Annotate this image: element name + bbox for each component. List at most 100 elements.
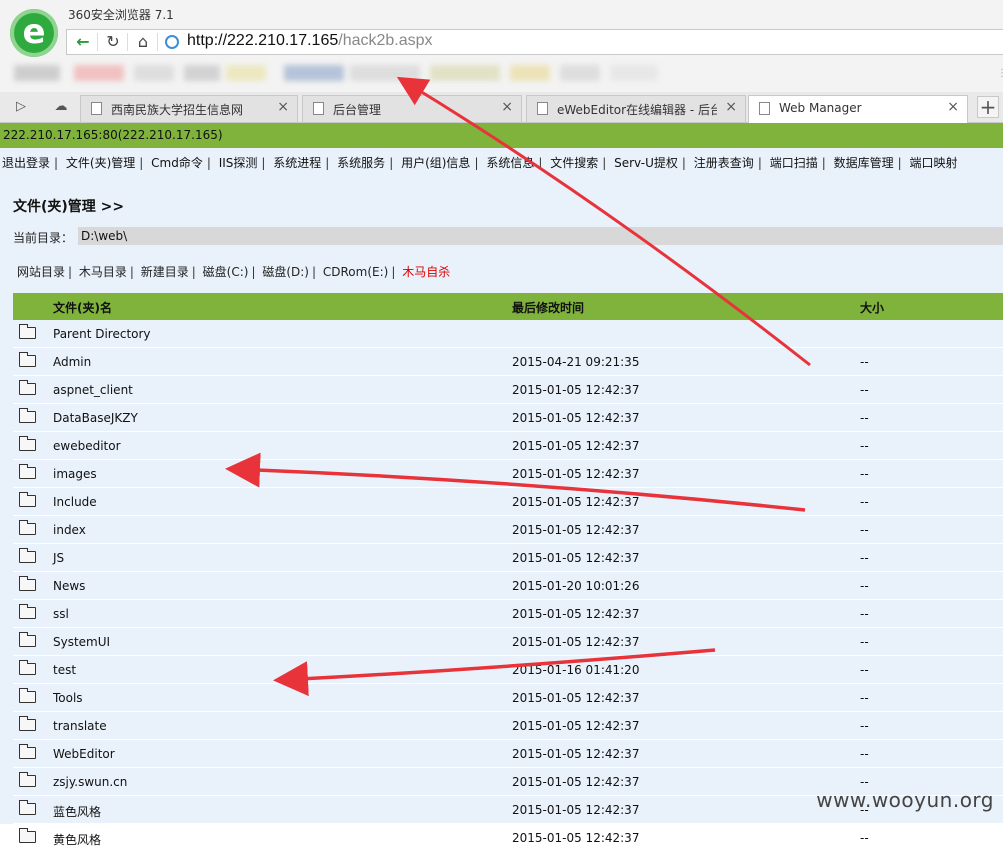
cell-size: --	[860, 719, 869, 733]
folder-icon	[19, 436, 36, 451]
cell-name[interactable]: 蓝色风格	[53, 803, 101, 820]
menu-services[interactable]: 系统服务	[337, 156, 385, 170]
table-row[interactable]: JS 2015-01-05 12:42:37 --	[13, 544, 1003, 572]
url-text[interactable]: http://222.210.17.165/hack2b.aspx	[187, 32, 433, 50]
table-row[interactable]: images 2015-01-05 12:42:37 --	[13, 460, 1003, 488]
sidebar-toggle-icon[interactable]: ▷	[10, 96, 32, 118]
cell-name[interactable]: 黄色风格	[53, 831, 101, 848]
table-row[interactable]: DataBaseJKZY 2015-01-05 12:42:37 --	[13, 404, 1003, 432]
cell-mtime: 2015-01-05 12:42:37	[512, 411, 640, 425]
table-row[interactable]: ssl 2015-01-05 12:42:37 --	[13, 600, 1003, 628]
section-title: 文件(夹)管理 >>	[13, 199, 125, 215]
cell-mtime: 2015-01-05 12:42:37	[512, 775, 640, 789]
cell-mtime: 2015-01-05 12:42:37	[512, 383, 640, 397]
cell-size: --	[860, 607, 869, 621]
menu-file-manager[interactable]: 文件(夹)管理	[66, 156, 135, 170]
close-icon[interactable]: ×	[725, 99, 737, 115]
cell-name[interactable]: DataBaseJKZY	[53, 411, 138, 425]
link-cdrom-e[interactable]: CDRom(E:)	[323, 265, 388, 279]
cell-name[interactable]: News	[53, 579, 85, 593]
cell-name[interactable]: test	[53, 663, 76, 677]
link-site-dir[interactable]: 网站目录	[17, 265, 65, 279]
close-icon[interactable]: ×	[501, 99, 513, 115]
menu-cmd[interactable]: Cmd命令	[151, 156, 203, 170]
menu-db[interactable]: 数据库管理	[834, 156, 894, 170]
link-self-destruct[interactable]: 木马自杀	[402, 265, 450, 279]
cell-name[interactable]: Parent Directory	[53, 327, 151, 341]
menu-registry[interactable]: 注册表查询	[694, 156, 754, 170]
tab-2[interactable]: eWebEditor在线编辑器 - 后台管理 ×	[526, 95, 746, 122]
menu-sysinfo[interactable]: 系统信息	[486, 156, 534, 170]
menu-processes[interactable]: 系统进程	[273, 156, 321, 170]
close-icon[interactable]: ×	[277, 99, 289, 115]
folder-icon	[19, 576, 36, 591]
cell-name[interactable]: Tools	[53, 691, 83, 705]
menu-logout[interactable]: 退出登录	[2, 156, 50, 170]
cell-name[interactable]: translate	[53, 719, 107, 733]
browser-toolbar: e 360安全浏览器 7.1 ← ↻ ⌂ http://222.210.17.1…	[0, 0, 1003, 92]
cell-size: --	[860, 495, 869, 509]
menu-servu[interactable]: Serv-U提权	[614, 156, 678, 170]
menu-port-map[interactable]: 端口映射	[909, 156, 957, 170]
cell-name[interactable]: JS	[53, 551, 64, 565]
table-row[interactable]: News 2015-01-20 10:01:26 --	[13, 572, 1003, 600]
table-row[interactable]: Parent Directory	[13, 320, 1003, 348]
menu-file-search[interactable]: 文件搜索	[550, 156, 598, 170]
table-row[interactable]: WebEditor 2015-01-05 12:42:37 --	[13, 740, 1003, 768]
table-row[interactable]: Admin 2015-04-21 09:21:35 --	[13, 348, 1003, 376]
link-trojan-dir[interactable]: 木马目录	[79, 265, 127, 279]
cell-name[interactable]: aspnet_client	[53, 383, 133, 397]
menu-users[interactable]: 用户(组)信息	[401, 156, 470, 170]
link-drive-c[interactable]: 磁盘(C:)	[203, 265, 249, 279]
cell-name[interactable]: Admin	[53, 355, 91, 369]
cell-mtime: 2015-01-05 12:42:37	[512, 439, 640, 453]
table-row[interactable]: index 2015-01-05 12:42:37 --	[13, 516, 1003, 544]
browser-title: 360安全浏览器 7.1	[68, 8, 174, 22]
folder-icon	[19, 716, 36, 731]
host-bar: 222.210.17.165:80(222.210.17.165)	[0, 123, 1003, 148]
close-icon[interactable]: ×	[947, 99, 959, 115]
cell-name[interactable]: zsjy.swun.cn	[53, 775, 127, 789]
watermark: www.wooyun.org	[816, 788, 994, 812]
arrow-left-icon[interactable]: ←	[69, 30, 97, 54]
cell-name[interactable]: index	[53, 523, 86, 537]
menu-port-scan[interactable]: 端口扫描	[770, 156, 818, 170]
bookmarks-overflow-icon[interactable]: ⋮	[997, 68, 1003, 82]
current-dir-label: 当前目录：	[13, 231, 74, 245]
cell-name[interactable]: ewebeditor	[53, 439, 121, 453]
folder-icon	[19, 688, 36, 703]
menu-iis[interactable]: IIS探测	[219, 156, 258, 170]
file-table-body: Parent Directory Admin 2015-04-21 09:21:35…	[13, 320, 1003, 852]
cloud-icon[interactable]: ☁	[50, 96, 72, 118]
table-row[interactable]: ewebeditor 2015-01-05 12:42:37 --	[13, 432, 1003, 460]
table-row[interactable]: aspnet_client 2015-01-05 12:42:37 --	[13, 376, 1003, 404]
table-row[interactable]: SystemUI 2015-01-05 12:42:37 --	[13, 628, 1003, 656]
tab-3-active[interactable]: Web Manager ×	[748, 95, 968, 123]
cell-name[interactable]: ssl	[53, 607, 69, 621]
cell-name[interactable]: WebEditor	[53, 747, 115, 761]
folder-icon	[19, 520, 36, 535]
new-tab-button[interactable]: +	[977, 96, 999, 118]
address-bar[interactable]: ← ↻ ⌂ http://222.210.17.165/hack2b.aspx	[66, 29, 1003, 55]
tab-1[interactable]: 后台管理 ×	[302, 95, 522, 122]
table-row[interactable]: translate 2015-01-05 12:42:37 --	[13, 712, 1003, 740]
cell-name[interactable]: Include	[53, 495, 97, 509]
folder-icon	[19, 604, 36, 619]
folder-icon	[19, 380, 36, 395]
table-row[interactable]: Tools 2015-01-05 12:42:37 --	[13, 684, 1003, 712]
cell-name[interactable]: images	[53, 467, 97, 481]
table-row[interactable]: Include 2015-01-05 12:42:37 --	[13, 488, 1003, 516]
folder-icon	[19, 492, 36, 507]
home-icon[interactable]: ⌂	[129, 30, 157, 54]
table-row[interactable]: 黄色风格 2015-01-05 12:42:37 --	[13, 824, 1003, 852]
folder-icon	[19, 324, 36, 339]
link-drive-d[interactable]: 磁盘(D:)	[262, 265, 309, 279]
table-row[interactable]: test 2015-01-16 01:41:20 --	[13, 656, 1003, 684]
cell-mtime: 2015-04-21 09:21:35	[512, 355, 640, 369]
link-new-dir[interactable]: 新建目录	[141, 265, 189, 279]
cell-size: --	[860, 523, 869, 537]
tab-0[interactable]: 西南民族大学招生信息网 ×	[80, 95, 298, 122]
current-dir-input[interactable]: D:\web\	[78, 227, 1003, 245]
cell-name[interactable]: SystemUI	[53, 635, 110, 649]
reload-icon[interactable]: ↻	[99, 30, 127, 54]
